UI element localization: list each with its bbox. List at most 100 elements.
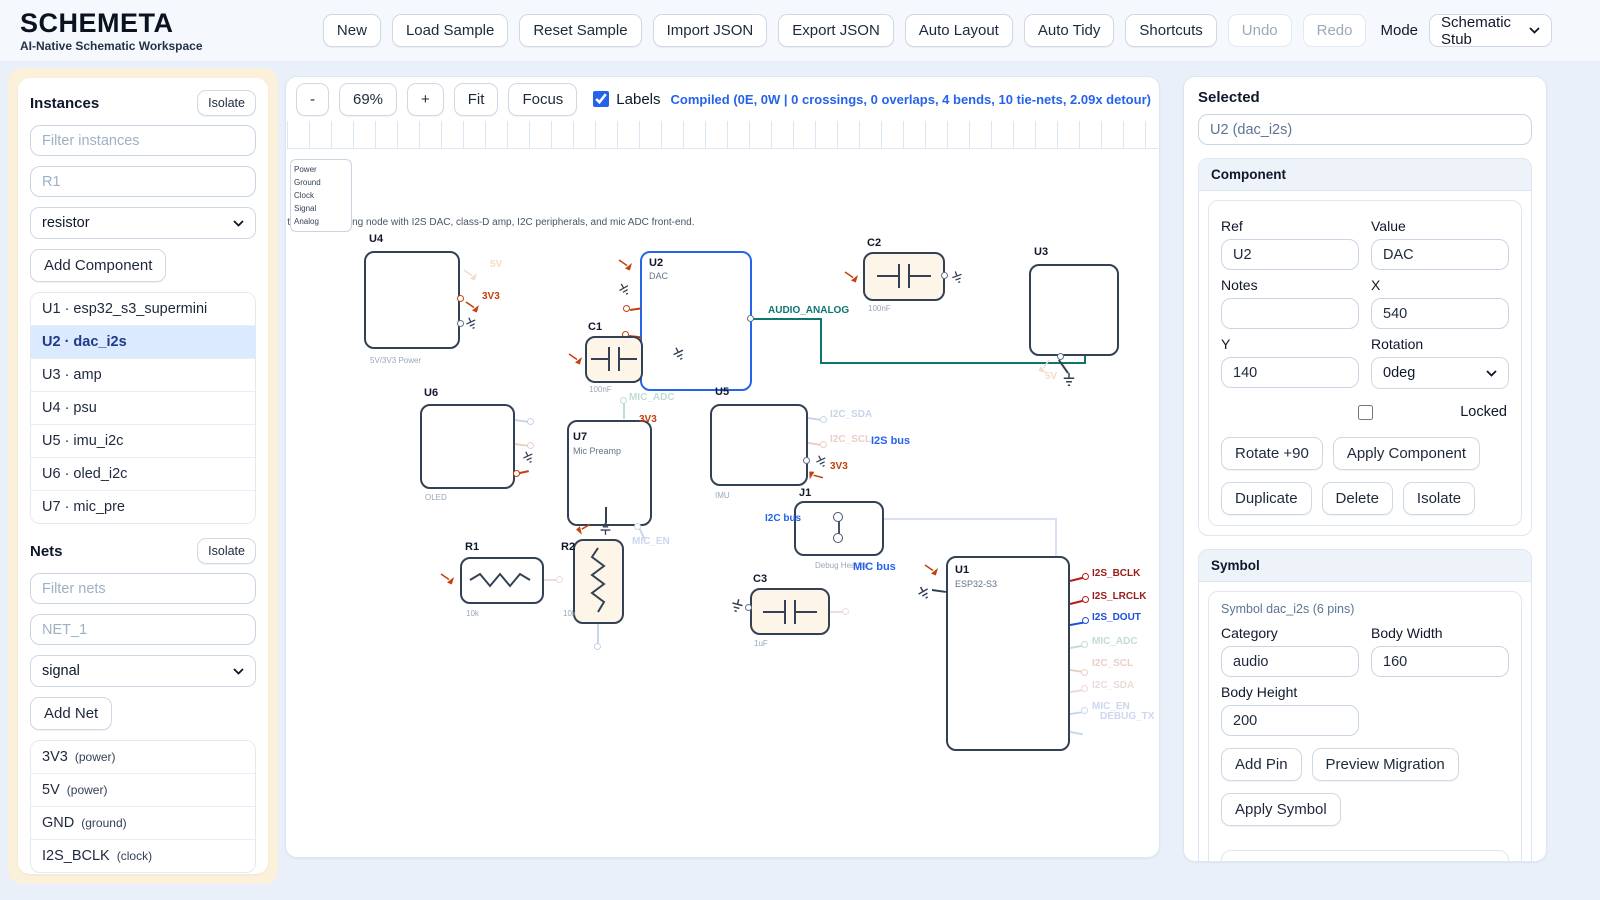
component-ref-u4: U4 xyxy=(369,233,383,245)
selected-input[interactable] xyxy=(1198,114,1532,145)
notes-input[interactable] xyxy=(1221,298,1359,329)
net-kind: (ground) xyxy=(81,816,126,830)
zoom-level-button[interactable]: 69% xyxy=(339,83,397,116)
net-item-gnd[interactable]: GND (ground) xyxy=(31,807,255,840)
resistor-icon xyxy=(468,567,536,593)
nets-isolate-button[interactable]: Isolate xyxy=(197,538,256,564)
component-u5[interactable] xyxy=(710,404,808,486)
category-input[interactable] xyxy=(1221,646,1359,677)
net-item-i2s-bclk[interactable]: I2S_BCLK (clock) xyxy=(31,840,255,872)
pin-row-1: Up Down Remove xyxy=(1222,851,1508,862)
auto-layout-button[interactable]: Auto Layout xyxy=(905,14,1013,47)
pin-name-input[interactable] xyxy=(1231,861,1258,862)
pin-down-button[interactable]: Down xyxy=(1412,862,1466,863)
y-input[interactable] xyxy=(1221,357,1359,388)
ref-input[interactable] xyxy=(1221,239,1359,270)
apply-component-button[interactable]: Apply Component xyxy=(1333,437,1480,470)
capacitor-icon xyxy=(589,343,639,375)
add-net-button[interactable]: Add Net xyxy=(30,697,112,730)
shortcuts-button[interactable]: Shortcuts xyxy=(1125,14,1216,47)
power-arrow-icon xyxy=(464,299,480,313)
power-arrow-icon xyxy=(806,467,826,486)
pin-number-input[interactable] xyxy=(1265,861,1292,862)
left-sidebar: Instances Isolate resistor Add Component… xyxy=(8,68,278,884)
instance-filter-input[interactable] xyxy=(30,125,256,156)
isolate-button[interactable]: Isolate xyxy=(1403,482,1475,515)
add-pin-button[interactable]: Add Pin xyxy=(1221,748,1302,781)
instances-isolate-button[interactable]: Isolate xyxy=(197,90,256,116)
net-item-5v[interactable]: 5V (power) xyxy=(31,774,255,807)
body-height-input[interactable] xyxy=(1221,705,1359,736)
net-label-3v3-u7: 3V3 xyxy=(639,414,657,425)
pin-side-select[interactable] xyxy=(1299,861,1312,862)
chevron-down-icon xyxy=(233,668,244,675)
component-u4[interactable] xyxy=(364,251,460,349)
instance-item-u7[interactable]: U7 · mic_pre xyxy=(31,491,255,523)
zoom-in-button[interactable]: + xyxy=(407,83,444,116)
instance-item-u5[interactable]: U5 · imu_i2c xyxy=(31,425,255,458)
instance-item-u6[interactable]: U6 · oled_i2c xyxy=(31,458,255,491)
notes-label: Notes xyxy=(1221,277,1359,293)
focus-button[interactable]: Focus xyxy=(508,83,577,116)
grid-strip xyxy=(287,121,1158,149)
instance-item-u4[interactable]: U4 · psu xyxy=(31,392,255,425)
fit-button[interactable]: Fit xyxy=(454,83,499,116)
net-name-input[interactable] xyxy=(30,614,256,645)
x-input[interactable] xyxy=(1371,298,1509,329)
instance-item-u2[interactable]: U2 · dac_i2s xyxy=(31,326,255,359)
import-json-button[interactable]: Import JSON xyxy=(653,14,768,47)
net-kind: (clock) xyxy=(117,849,152,863)
rotation-select[interactable]: 0deg xyxy=(1371,357,1509,389)
reset-sample-button[interactable]: Reset Sample xyxy=(519,14,641,47)
net-type-select[interactable]: signal xyxy=(30,655,256,687)
component-ref-u1: U1 xyxy=(955,564,969,576)
auto-tidy-button[interactable]: Auto Tidy xyxy=(1024,14,1115,47)
schematic-viewport[interactable]: Power Ground Clock Signal Analog rt audi… xyxy=(287,121,1158,856)
undo-button[interactable]: Undo xyxy=(1228,14,1292,47)
pin-up-button[interactable]: Up xyxy=(1367,862,1405,863)
delete-button[interactable]: Delete xyxy=(1322,482,1393,515)
net-label-3v3-u5: 3V3 xyxy=(830,461,848,472)
instance-item-u1[interactable]: U1 · esp32_s3_supermini xyxy=(31,293,255,326)
schematic-canvas-card: - 69% + Fit Focus Labels Compiled (0E, 0… xyxy=(285,76,1160,858)
instance-item-u3[interactable]: U3 · amp xyxy=(31,359,255,392)
body-height-label: Body Height xyxy=(1221,684,1359,700)
labels-toggle[interactable]: Labels xyxy=(593,91,660,108)
net-item-3v3[interactable]: 3V3 (power) xyxy=(31,741,255,774)
component-u3[interactable] xyxy=(1029,264,1119,356)
y-label: Y xyxy=(1221,336,1359,352)
selected-title: Selected xyxy=(1198,89,1532,106)
ground-icon xyxy=(616,281,634,299)
instance-type-select[interactable]: resistor xyxy=(30,207,256,239)
pin-order-input[interactable] xyxy=(1319,861,1340,862)
pin-remove-button[interactable]: Remove xyxy=(1473,862,1509,863)
new-button[interactable]: New xyxy=(323,14,381,47)
export-json-button[interactable]: Export JSON xyxy=(778,14,894,47)
chevron-down-icon xyxy=(1529,27,1540,34)
net-label-i2s-lrclk: I2S_LRCLK xyxy=(1092,591,1146,602)
net-filter-input[interactable] xyxy=(30,573,256,604)
mode-select[interactable]: Schematic Stub xyxy=(1429,14,1552,47)
instance-list: U1 · esp32_s3_supermini U2 · dac_i2s U3 … xyxy=(30,292,256,524)
duplicate-button[interactable]: Duplicate xyxy=(1221,482,1312,515)
rotate-90-button[interactable]: Rotate +90 xyxy=(1221,437,1323,470)
mode-label: Mode xyxy=(1380,22,1418,39)
add-component-button[interactable]: Add Component xyxy=(30,249,166,282)
labels-checkbox[interactable] xyxy=(593,91,609,107)
redo-button[interactable]: Redo xyxy=(1303,14,1367,47)
locked-checkbox[interactable] xyxy=(1358,405,1373,420)
component-sub-u7: Mic Preamp xyxy=(573,446,621,456)
component-u6[interactable] xyxy=(420,404,515,489)
preview-migration-button[interactable]: Preview Migration xyxy=(1312,748,1459,781)
pin-kind-select[interactable] xyxy=(1347,861,1360,862)
apply-symbol-button[interactable]: Apply Symbol xyxy=(1221,793,1341,826)
zoom-out-button[interactable]: - xyxy=(296,83,329,116)
component-section-header: Component xyxy=(1199,159,1531,191)
net-label-i2c-bus: I2C bus xyxy=(765,513,801,524)
net-label-audio-analog: AUDIO_ANALOG xyxy=(768,305,849,316)
body-width-input[interactable] xyxy=(1371,646,1509,677)
value-input[interactable] xyxy=(1371,239,1509,270)
load-sample-button[interactable]: Load Sample xyxy=(392,14,508,47)
symbol-section: Symbol Symbol dac_i2s (6 pins) Category … xyxy=(1198,549,1532,862)
instance-ref-input[interactable] xyxy=(30,166,256,197)
